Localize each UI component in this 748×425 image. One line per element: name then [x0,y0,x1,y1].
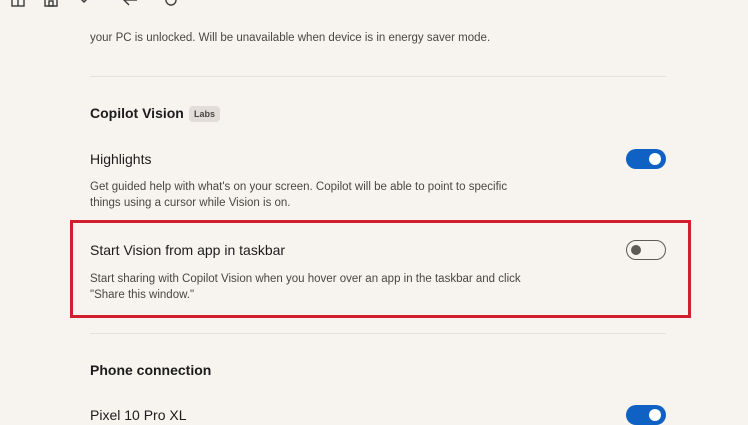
highlights-description: Get guided help with what's on your scre… [90,181,508,209]
section-divider [90,333,666,334]
pixel-device-label: Pixel 10 Pro XL [90,407,187,423]
settings-content: your PC is unlocked. Will be unavailable… [90,0,666,425]
energy-saver-description: your PC is unlocked. Will be unavailable… [90,32,491,44]
labs-badge: Labs [189,106,221,122]
home-icon[interactable] [43,0,59,8]
window-icon[interactable] [10,0,26,8]
toggle-knob [649,153,661,165]
pixel-device-toggle[interactable] [626,405,666,425]
highlights-label: Highlights [90,151,152,167]
copilot-vision-title: Copilot Vision [90,105,184,121]
phone-connection-title: Phone connection [90,362,212,378]
toggle-knob [649,409,661,421]
highlight-annotation-box [70,220,691,318]
highlights-toggle[interactable] [626,149,666,169]
section-divider [90,76,666,77]
